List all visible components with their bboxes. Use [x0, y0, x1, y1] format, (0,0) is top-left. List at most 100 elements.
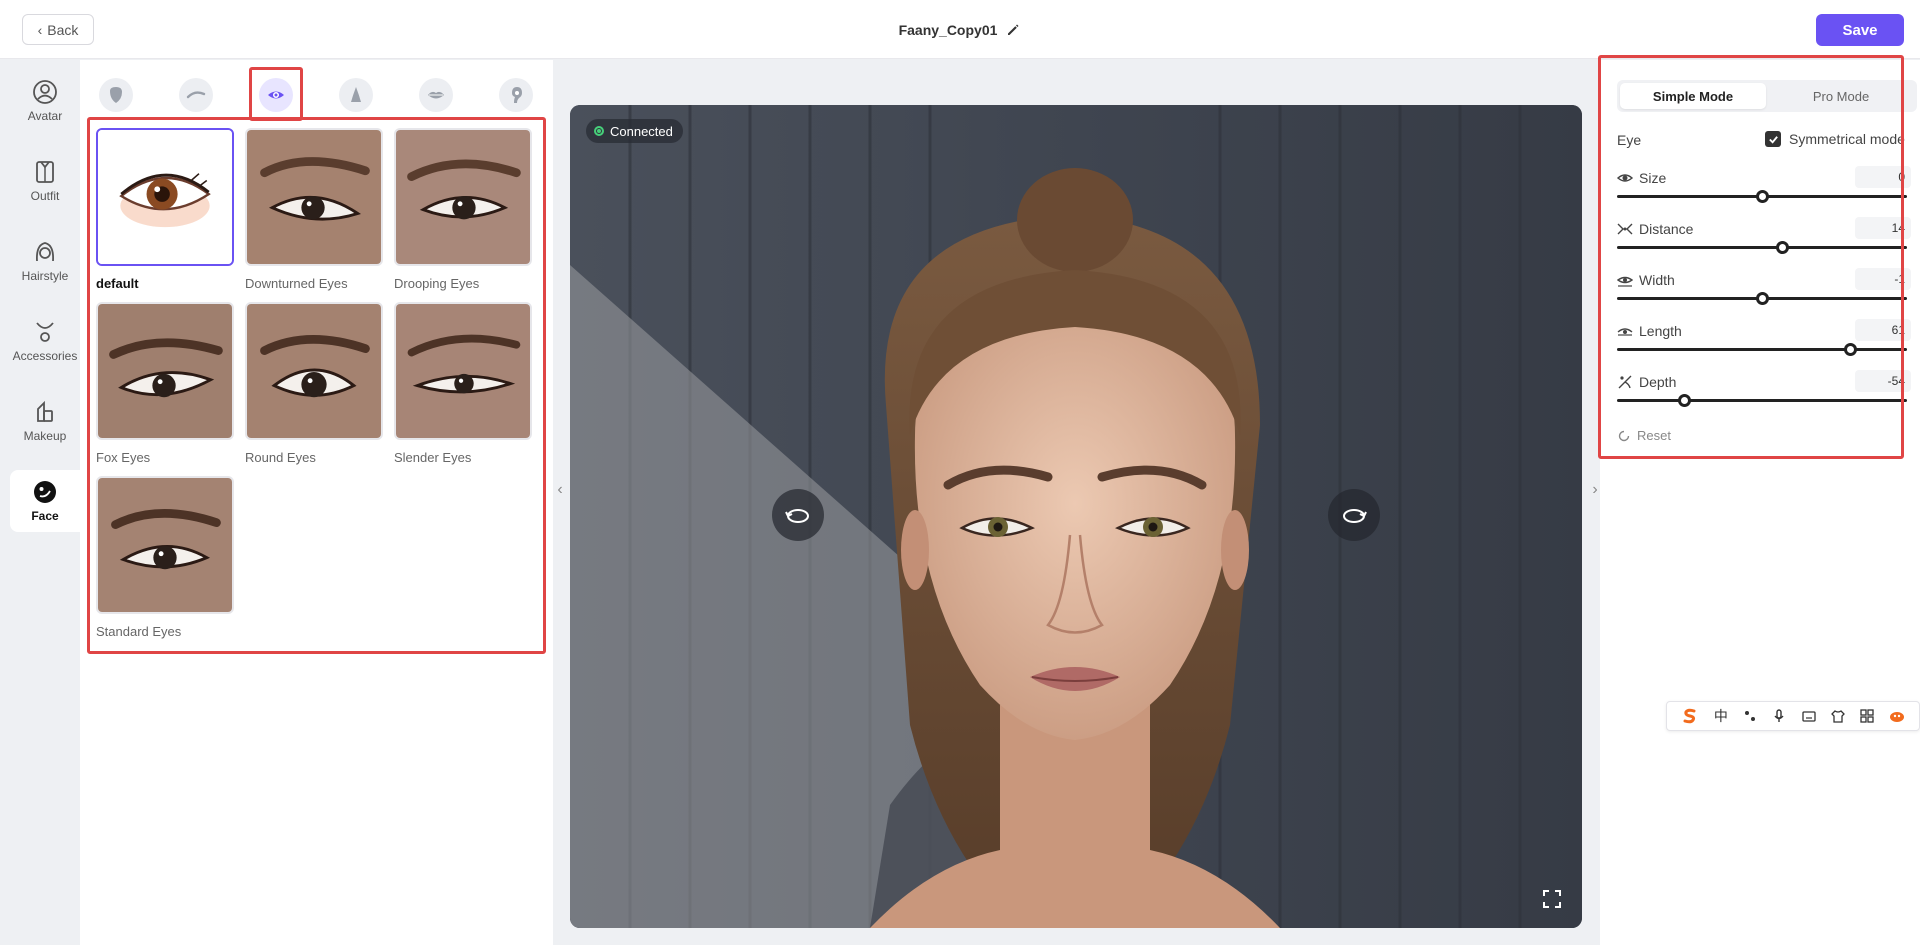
- avatar-icon: [33, 80, 57, 104]
- ear-icon: [512, 87, 522, 103]
- slider-handle[interactable]: [1776, 241, 1790, 254]
- param-depth: Depth -54: [1617, 370, 1917, 422]
- category-eye[interactable]: [259, 78, 293, 112]
- preset-tile-drooping-eyes[interactable]: Drooping Eyes: [394, 128, 532, 291]
- chevron-left-icon: ‹: [37, 21, 43, 38]
- hairstyle-icon: [36, 242, 54, 262]
- depth-icon: [1618, 375, 1632, 389]
- preset-label: Slender Eyes: [394, 450, 472, 465]
- preset-tile-fox-eyes[interactable]: Fox Eyes: [96, 302, 234, 465]
- ime-chinese-mode-button[interactable]: 中: [1714, 706, 1728, 726]
- nav-item-makeup[interactable]: Makeup: [10, 390, 80, 452]
- back-label: Back: [47, 21, 79, 38]
- nav-item-face[interactable]: Face: [10, 470, 80, 532]
- ime-logo-icon[interactable]: [1681, 707, 1699, 725]
- param-width: Width -1: [1617, 268, 1917, 320]
- preset-label: Fox Eyes: [96, 450, 151, 465]
- preset-label: Standard Eyes: [96, 624, 182, 639]
- param-label: Depth: [1639, 374, 1677, 390]
- category-face-shape[interactable]: [99, 78, 133, 112]
- rotate-left-icon: [785, 509, 809, 523]
- rotate-right-button[interactable]: [1328, 489, 1380, 541]
- category-eyebrow[interactable]: [179, 78, 213, 112]
- nose-icon: [351, 87, 361, 102]
- preset-label: Drooping Eyes: [394, 276, 480, 291]
- preset-label: default: [96, 276, 139, 291]
- project-title: Faany_Copy01: [898, 21, 998, 38]
- preset-tile-downturned-eyes[interactable]: Downturned Eyes: [245, 128, 383, 291]
- preset-tile-round-eyes[interactable]: Round Eyes: [245, 302, 383, 465]
- param-size: Size 0: [1617, 166, 1917, 218]
- param-label: Distance: [1639, 221, 1694, 237]
- param-label: Width: [1639, 272, 1675, 288]
- eye-preset-thumbnail: [96, 128, 234, 266]
- back-button[interactable]: ‹ Back: [22, 14, 94, 45]
- eye-preset-thumbnail: [245, 302, 383, 440]
- width-icon: [1617, 276, 1633, 287]
- avatar-render: [570, 105, 1582, 928]
- save-button[interactable]: Save: [1816, 14, 1904, 46]
- slider-track[interactable]: [1617, 399, 1907, 402]
- nav-item-accessories[interactable]: Accessories: [10, 310, 80, 372]
- nav-item-outfit[interactable]: Outfit: [10, 150, 80, 212]
- face-icon: [34, 481, 56, 503]
- param-label: Length: [1639, 323, 1682, 339]
- slider-track[interactable]: [1617, 246, 1907, 249]
- param-value-input[interactable]: -54: [1855, 370, 1911, 392]
- reset-button[interactable]: Reset: [1617, 428, 1671, 443]
- grid-menu-icon[interactable]: [1860, 709, 1874, 723]
- eye-preset-thumbnail: [394, 128, 532, 266]
- tab-simple-mode[interactable]: Simple Mode: [1620, 83, 1766, 109]
- preset-tile-default[interactable]: default: [96, 128, 234, 291]
- top-bar: ‹ Back Faany_Copy01 Save: [0, 0, 1920, 59]
- nav-item-avatar[interactable]: Avatar: [10, 70, 80, 132]
- rotate-left-button[interactable]: [772, 489, 824, 541]
- avatar-viewport[interactable]: Connected: [570, 105, 1582, 928]
- param-value-input[interactable]: 0: [1855, 166, 1911, 188]
- left-nav: Avatar Outfit Hairstyle Accessories Make…: [0, 60, 80, 945]
- preset-tile-standard-eyes[interactable]: Standard Eyes: [96, 476, 234, 639]
- keyboard-icon[interactable]: [1801, 709, 1816, 723]
- category-lips[interactable]: [419, 78, 453, 112]
- distance-icon: [1617, 223, 1633, 235]
- slider-handle[interactable]: [1756, 292, 1769, 305]
- ime-mascot-icon[interactable]: [1889, 709, 1905, 723]
- preset-tile-slender-eyes[interactable]: Slender Eyes: [394, 302, 532, 465]
- param-value-input[interactable]: -1: [1855, 268, 1911, 290]
- tab-pro-mode[interactable]: Pro Mode: [1768, 83, 1914, 109]
- preset-label: Downturned Eyes: [245, 276, 348, 291]
- pencil-icon[interactable]: [1005, 22, 1021, 38]
- microphone-icon[interactable]: [1772, 709, 1786, 723]
- symmetrical-mode-label: Symmetrical mode: [1789, 131, 1905, 147]
- fullscreen-icon: [1543, 890, 1561, 908]
- eye-icon: [268, 91, 284, 99]
- category-nose[interactable]: [339, 78, 373, 112]
- category-ear[interactable]: [499, 78, 533, 112]
- param-value-input[interactable]: 14: [1855, 217, 1911, 239]
- slider-track[interactable]: [1617, 348, 1907, 351]
- nav-item-hairstyle[interactable]: Hairstyle: [10, 230, 80, 292]
- accessories-icon: [36, 322, 54, 342]
- connection-status-text: Connected: [610, 123, 673, 139]
- eye-preset-thumbnail: [96, 476, 234, 614]
- ime-punctuation-icon[interactable]: [1743, 709, 1757, 723]
- param-value-input[interactable]: 61: [1855, 319, 1911, 341]
- collapse-left-panel-button[interactable]: ‹: [553, 470, 567, 510]
- param-length: Length 61: [1617, 319, 1917, 371]
- nav-label: Hairstyle: [21, 269, 69, 283]
- eye-preset-thumbnail: [245, 128, 383, 266]
- skin-shirt-icon[interactable]: [1830, 709, 1845, 723]
- slider-handle[interactable]: [1677, 394, 1691, 407]
- checkbox-checked-icon: [1765, 131, 1781, 147]
- length-icon: [1617, 328, 1633, 336]
- slider-handle[interactable]: [1756, 190, 1769, 203]
- makeup-icon: [37, 400, 53, 422]
- nav-label: Accessories: [12, 349, 78, 363]
- fullscreen-button[interactable]: [1538, 885, 1566, 913]
- outfit-icon: [36, 161, 54, 183]
- section-label: Eye: [1617, 132, 1642, 148]
- rotate-right-icon: [1343, 509, 1367, 523]
- slider-handle[interactable]: [1844, 343, 1858, 356]
- symmetrical-mode-checkbox[interactable]: Symmetrical mode: [1765, 131, 1905, 147]
- preset-panel: default Downturned Eyes Drooping Eyes Fo…: [80, 60, 553, 945]
